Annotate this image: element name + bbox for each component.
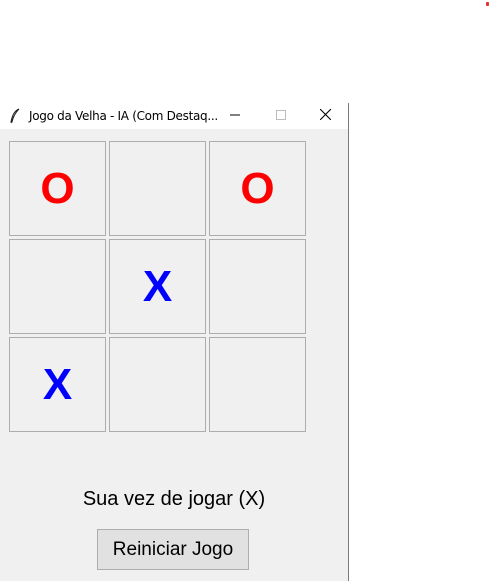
board-cell[interactable]: X — [9, 337, 106, 432]
status-label: Sua vez de jogar (X) — [82, 488, 266, 510]
minimize-button[interactable] — [212, 103, 258, 129]
feather-icon — [9, 108, 21, 124]
maximize-button[interactable] — [258, 103, 304, 129]
board-cell[interactable] — [9, 239, 106, 334]
window-title: Jogo da Velha - IA (Com Destaq... — [29, 109, 218, 123]
board-cell[interactable] — [109, 337, 206, 432]
desktop: Jogo da Velha - IA (Com Destaq... O O X … — [0, 0, 491, 581]
board-cell[interactable] — [109, 141, 206, 236]
board-cell[interactable]: O — [209, 141, 306, 236]
title-bar[interactable]: Jogo da Velha - IA (Com Destaq... — [0, 103, 348, 129]
board-cell[interactable]: X — [109, 239, 206, 334]
restart-button[interactable]: Reiniciar Jogo — [97, 529, 249, 570]
close-icon — [319, 107, 331, 125]
stray-dot — [486, 2, 489, 6]
minimize-icon — [230, 107, 240, 125]
game-board: O O X X — [9, 141, 309, 435]
board-cell[interactable] — [209, 239, 306, 334]
board-cell[interactable] — [209, 337, 306, 432]
maximize-icon — [276, 107, 286, 125]
app-window: Jogo da Velha - IA (Com Destaq... O O X … — [0, 103, 349, 581]
close-button[interactable] — [302, 103, 348, 129]
board-cell[interactable]: O — [9, 141, 106, 236]
